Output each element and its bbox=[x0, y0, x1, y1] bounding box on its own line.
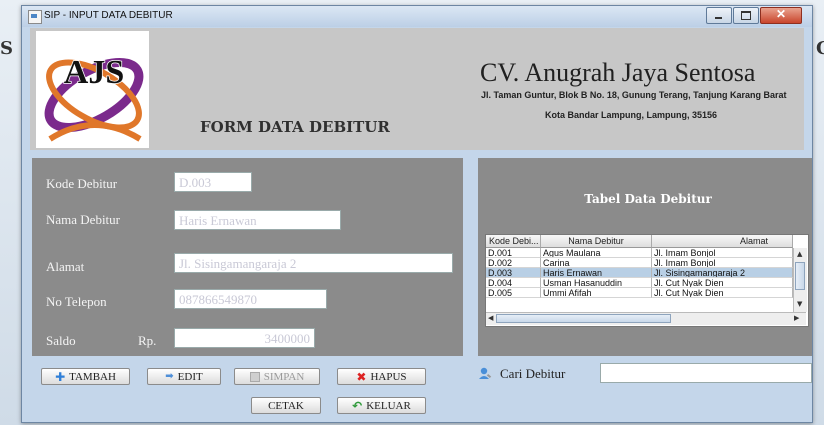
column-header-nama[interactable]: Nama Debitur bbox=[541, 235, 652, 248]
table-cell: Jl. Imam Bonjol bbox=[652, 258, 793, 268]
save-icon bbox=[249, 371, 260, 382]
plus-icon: ✚ bbox=[55, 369, 66, 384]
app-window: SIP - INPUT DATA DEBITUR ✕ AJS FORM DATA… bbox=[21, 5, 813, 423]
table-cell: D.004 bbox=[486, 278, 541, 288]
scroll-up-icon[interactable]: ▲ bbox=[797, 250, 802, 258]
table-horizontal-scrollbar[interactable]: ◀ ▶ bbox=[486, 312, 806, 325]
scroll-left-icon[interactable]: ◀ bbox=[488, 314, 493, 322]
hapus-button[interactable]: ✖ HAPUS bbox=[337, 368, 426, 385]
maximize-icon bbox=[741, 11, 751, 20]
table-cell: Carina bbox=[541, 258, 652, 268]
header-panel: AJS FORM DATA DEBITUR CV. Anugrah Jaya S… bbox=[30, 28, 804, 150]
exit-arrow-icon: ↶ bbox=[352, 398, 363, 413]
table-cell: D.003 bbox=[486, 268, 541, 278]
search-user-icon bbox=[479, 367, 492, 379]
table-row[interactable]: D.002 Carina Jl. Imam Bonjol bbox=[486, 258, 793, 268]
saldo-input[interactable]: 3400000 bbox=[174, 328, 315, 348]
table-cell: Usman Hasanuddin bbox=[541, 278, 652, 288]
nama-debitur-label: Nama Debitur bbox=[46, 212, 121, 227]
kode-debitur-label: Kode Debitur bbox=[46, 176, 118, 191]
saldo-label: Saldo bbox=[46, 333, 76, 348]
cari-debitur-label: Cari Debitur bbox=[500, 366, 566, 381]
company-address-line2: Kota Bandar Lampung, Lampung, 35156 bbox=[544, 110, 718, 120]
close-icon: ✕ bbox=[775, 7, 787, 21]
table-cell: Agus Maulana bbox=[541, 248, 652, 258]
tambah-label: TAMBAH bbox=[69, 370, 116, 383]
form-panel: Kode Debitur D.003 Nama Debitur Haris Er… bbox=[32, 158, 463, 356]
window-controls: ✕ bbox=[705, 7, 802, 24]
background-text-right: G bbox=[816, 38, 824, 59]
table-cell: Jl. Sisingamangaraja 2 bbox=[652, 268, 793, 278]
simpan-label: SIMPAN bbox=[263, 370, 305, 383]
column-header-kode[interactable]: Kode Debi... bbox=[486, 235, 541, 248]
edit-label: EDIT bbox=[177, 370, 203, 383]
vertical-scroll-thumb[interactable] bbox=[795, 262, 805, 290]
java-app-icon bbox=[28, 10, 42, 24]
column-header-alamat[interactable]: Alamat bbox=[652, 235, 793, 248]
table-cell: Haris Ernawan bbox=[541, 268, 652, 278]
table-title: Tabel Data Debitur bbox=[584, 192, 712, 206]
company-name: CV. Anugrah Jaya Sentosa bbox=[480, 58, 756, 87]
table-cell: D.005 bbox=[486, 288, 541, 298]
cetak-button[interactable]: CETAK bbox=[251, 397, 321, 414]
logo-text: AJS bbox=[64, 54, 124, 91]
company-address-line1: Jl. Taman Guntur, Blok B No. 18, Gunung … bbox=[481, 90, 787, 100]
minimize-button[interactable] bbox=[706, 7, 732, 24]
table-cell: D.001 bbox=[486, 248, 541, 258]
horizontal-scroll-thumb[interactable] bbox=[496, 314, 671, 323]
table-row[interactable]: D.004 Usman Hasanuddin Jl. Cut Nyak Dien bbox=[486, 278, 793, 288]
keluar-button[interactable]: ↶ KELUAR bbox=[337, 397, 426, 414]
background-text-left: S bbox=[0, 38, 13, 59]
edit-button[interactable]: ➡ EDIT bbox=[147, 368, 221, 385]
cari-debitur-input[interactable] bbox=[600, 363, 812, 383]
alamat-input[interactable]: Jl. Sisingamangaraja 2 bbox=[174, 253, 453, 273]
alamat-label: Alamat bbox=[46, 259, 85, 274]
table-cell: Ummi Afifah bbox=[541, 288, 652, 298]
hapus-label: HAPUS bbox=[370, 370, 407, 383]
table-vertical-scrollbar[interactable]: ▲ ▼ bbox=[793, 248, 807, 312]
no-telepon-label: No Telepon bbox=[46, 294, 107, 309]
delete-x-icon: ✖ bbox=[356, 369, 367, 384]
scroll-down-icon[interactable]: ▼ bbox=[797, 300, 802, 308]
scroll-right-icon[interactable]: ▶ bbox=[794, 314, 799, 322]
table-cell: Jl. Imam Bonjol bbox=[652, 248, 793, 258]
simpan-button[interactable]: SIMPAN bbox=[234, 368, 320, 385]
close-button[interactable]: ✕ bbox=[760, 7, 802, 24]
saldo-currency-label: Rp. bbox=[138, 333, 157, 348]
minimize-icon bbox=[715, 17, 722, 19]
maximize-button[interactable] bbox=[733, 7, 759, 24]
keluar-label: KELUAR bbox=[366, 399, 411, 412]
kode-debitur-input[interactable]: D.003 bbox=[174, 172, 252, 192]
window-title: SIP - INPUT DATA DEBITUR bbox=[44, 10, 173, 21]
no-telepon-input[interactable]: 087866549870 bbox=[174, 289, 327, 309]
form-title: FORM DATA DEBITUR bbox=[200, 118, 390, 136]
table-row[interactable]: D.005 Ummi Afifah Jl. Cut Nyak Dien bbox=[486, 288, 793, 298]
table-row[interactable]: D.001 Agus Maulana Jl. Imam Bonjol bbox=[486, 248, 793, 258]
table-cell: Jl. Cut Nyak Dien bbox=[652, 288, 793, 298]
debitur-table[interactable]: Kode Debi... Nama Debitur Alamat D.001 A… bbox=[485, 234, 809, 327]
table-cell: Jl. Cut Nyak Dien bbox=[652, 278, 793, 288]
table-panel: Tabel Data Debitur Kode Debi... Nama Deb… bbox=[478, 158, 812, 356]
nama-debitur-input[interactable]: Haris Ernawan bbox=[174, 210, 341, 230]
cetak-label: CETAK bbox=[268, 399, 304, 412]
table-row-selected[interactable]: D.003 Haris Ernawan Jl. Sisingamangaraja… bbox=[486, 268, 793, 278]
title-bar[interactable]: SIP - INPUT DATA DEBITUR ✕ bbox=[22, 6, 812, 27]
tambah-button[interactable]: ✚ TAMBAH bbox=[41, 368, 130, 385]
edit-arrow-icon: ➡ bbox=[165, 370, 174, 382]
table-cell: D.002 bbox=[486, 258, 541, 268]
company-logo: AJS bbox=[36, 31, 149, 148]
